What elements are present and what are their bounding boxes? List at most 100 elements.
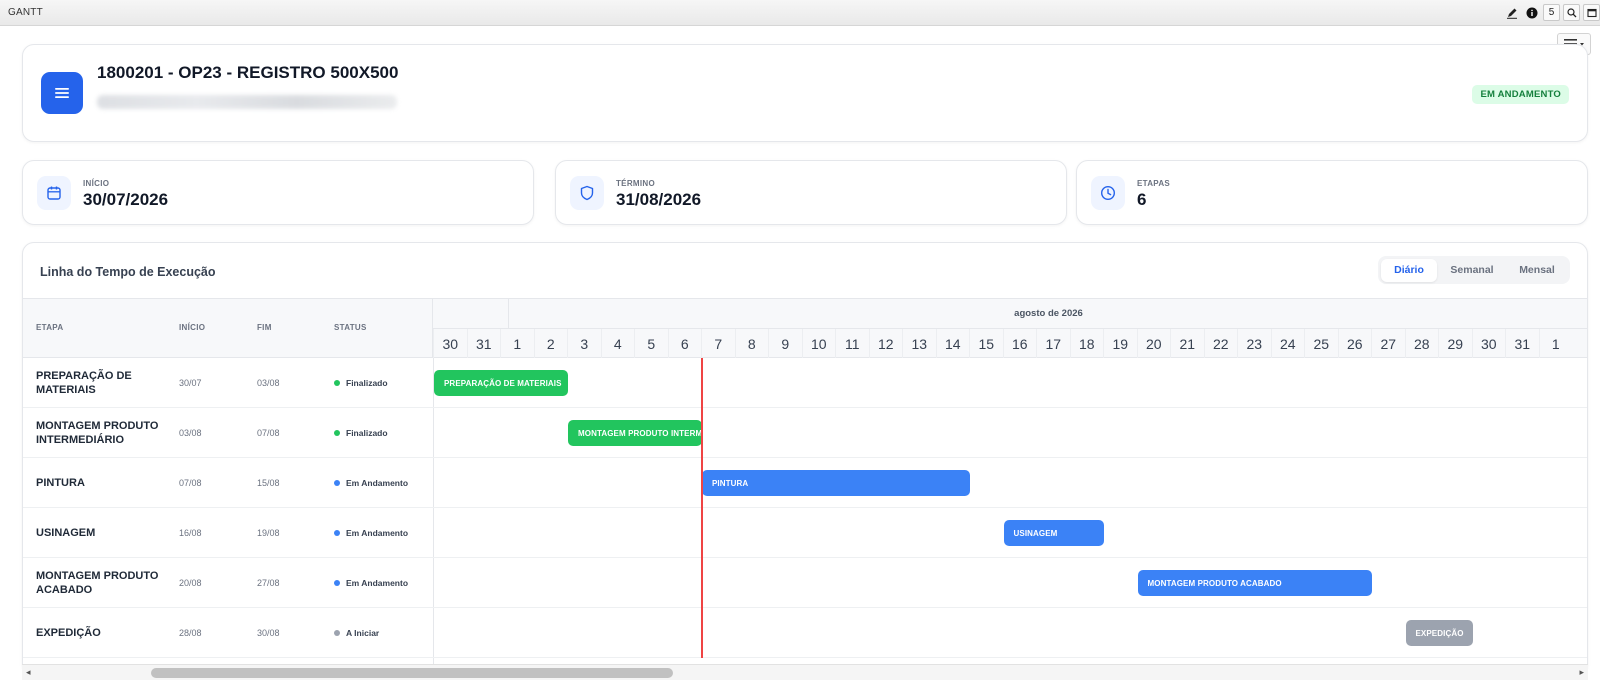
stat-label-end: TÉRMINO [616, 179, 655, 188]
status-dot [334, 480, 340, 486]
shield-icon [570, 176, 604, 210]
day-label: 1 [500, 329, 534, 358]
view-monthly-button[interactable]: Mensal [1507, 259, 1567, 282]
day-label: 22 [1203, 329, 1238, 358]
task-end: 27/08 [257, 578, 280, 588]
day-label: 23 [1237, 329, 1271, 358]
task-status: Em Andamento [334, 478, 408, 488]
stages-count-card: ETAPAS 6 [1076, 160, 1588, 225]
edit-icon[interactable] [1503, 4, 1520, 21]
day-label: 11 [835, 329, 869, 358]
gantt-bar[interactable]: MONTAGEM PRODUTO ACABADO [1137, 570, 1372, 596]
task-end: 07/08 [257, 428, 280, 438]
col-header-inicio: INÍCIO [179, 323, 206, 332]
day-label: 10 [801, 329, 836, 358]
task-status: A Iniciar [334, 628, 379, 638]
timeline-card: Linha do Tempo de Execução Diário Semana… [22, 242, 1588, 668]
stat-value-stages: 6 [1137, 190, 1147, 209]
scroll-left-icon[interactable]: ◂ [26, 667, 31, 678]
timeline-title: Linha do Tempo de Execução [40, 265, 216, 279]
col-header-status: STATUS [334, 323, 367, 332]
start-date-card: INÍCIO 30/07/2026 [22, 160, 534, 225]
five-button[interactable]: 5 [1543, 4, 1560, 21]
day-label: 28 [1404, 329, 1439, 358]
window-titlebar: GANTT 5 [0, 0, 1600, 26]
month-header: agosto de 2026 [433, 299, 1587, 329]
day-label: 26 [1337, 329, 1372, 358]
gantt-bar[interactable]: PINTURA [702, 470, 970, 496]
stat-value-start: 30/07/2026 [83, 190, 169, 209]
task-name: MONTAGEM PRODUTO INTERMEDIÁRIO [36, 420, 159, 446]
info-icon[interactable] [1523, 4, 1540, 21]
task-start: 30/07 [179, 378, 202, 388]
task-row[interactable]: EXPEDIÇÃO 28/08 30/08 A Iniciar EXPEDIÇÃO [23, 608, 1587, 658]
task-name: PINTURA [36, 477, 85, 489]
status-dot [334, 580, 340, 586]
task-start: 03/08 [179, 428, 202, 438]
day-label: 6 [667, 329, 702, 358]
gantt-grid: ETAPA INÍCIO FIM STATUS agosto de 2026 3… [23, 298, 1587, 667]
task-name: USINAGEM [36, 527, 96, 539]
day-label: 24 [1270, 329, 1305, 358]
day-label: 8 [734, 329, 769, 358]
view-toggle: Diário Semanal Mensal [1378, 256, 1570, 284]
day-label: 19 [1103, 329, 1137, 358]
calendar-icon [37, 176, 71, 210]
task-status: Em Andamento [334, 528, 408, 538]
search-icon[interactable] [1563, 4, 1580, 21]
day-label: 27 [1371, 329, 1405, 358]
day-label: 12 [868, 329, 903, 358]
day-label: 31 [1505, 329, 1539, 358]
day-label: 17 [1036, 329, 1070, 358]
stat-label-start: INÍCIO [83, 179, 110, 188]
task-row[interactable]: MONTAGEM PRODUTO INTERMEDIÁRIO 03/08 07/08… [23, 408, 1587, 458]
task-status: Finalizado [334, 378, 388, 388]
task-name: MONTAGEM PRODUTO ACABADO [36, 570, 159, 596]
day-label: 30 [1471, 329, 1506, 358]
status-text: Finalizado [346, 428, 388, 438]
day-label: 15 [969, 329, 1003, 358]
day-label: 4 [600, 329, 635, 358]
task-end: 15/08 [257, 478, 280, 488]
list-icon [41, 72, 83, 114]
gantt-bar[interactable]: USINAGEM [1003, 520, 1104, 546]
task-row[interactable]: MONTAGEM PRODUTO ACABADO 20/08 27/08 Em And… [23, 558, 1587, 608]
day-label: 20 [1136, 329, 1171, 358]
day-label: 18 [1069, 329, 1104, 358]
status-text: Finalizado [346, 378, 388, 388]
status-dot [334, 380, 340, 386]
day-label: 31 [466, 329, 501, 358]
task-start: 28/08 [179, 628, 202, 638]
task-status: Finalizado [334, 428, 388, 438]
task-end: 30/08 [257, 628, 280, 638]
gantt-bar[interactable]: EXPEDIÇÃO [1405, 620, 1473, 646]
today-marker-line [701, 358, 703, 658]
task-row[interactable]: USINAGEM 16/08 19/08 Em Andamento USINAGEM [23, 508, 1587, 558]
view-weekly-button[interactable]: Semanal [1437, 259, 1507, 282]
task-name: EXPEDIÇÃO [36, 627, 101, 639]
scrollbar-thumb[interactable] [151, 668, 673, 678]
task-name: PREPARAÇÃO DE MATERIAIS [36, 370, 132, 396]
task-start: 20/08 [179, 578, 202, 588]
day-label: 2 [533, 329, 568, 358]
window-icon[interactable] [1583, 4, 1600, 21]
gantt-bar[interactable]: MONTAGEM PRODUTO INTERMEDIÁRIO [568, 420, 702, 446]
task-row[interactable]: PREPARAÇÃO DE MATERIAIS 30/07 03/08 Finaliz… [23, 358, 1587, 408]
scroll-right-icon[interactable]: ▸ [1579, 667, 1584, 678]
clock-icon [1091, 176, 1125, 210]
view-daily-button[interactable]: Diário [1381, 258, 1437, 282]
day-label: 7 [701, 329, 735, 358]
day-header: 30 31 1 2 3 4 5 6 7 8 9 10 11 12 13 14 15 16 17 18 19 20 21 22 2… [433, 329, 1587, 358]
horizontal-scrollbar[interactable]: ◂ ▸ [22, 664, 1588, 680]
task-start: 16/08 [179, 528, 202, 538]
stat-value-end: 31/08/2026 [616, 190, 702, 209]
task-end: 03/08 [257, 378, 280, 388]
task-row[interactable]: PINTURA 07/08 15/08 Em Andamento PINTURA [23, 458, 1587, 508]
status-badge: EM ANDAMENTO [1472, 85, 1569, 104]
day-label: 5 [634, 329, 668, 358]
day-label: 14 [935, 329, 970, 358]
gantt-bar[interactable]: PREPARAÇÃO DE MATERIAIS [434, 370, 568, 396]
order-title: 1800201 - OP23 - REGISTRO 500X500 [97, 63, 399, 82]
day-label: 21 [1170, 329, 1204, 358]
status-text: A Iniciar [346, 628, 380, 638]
